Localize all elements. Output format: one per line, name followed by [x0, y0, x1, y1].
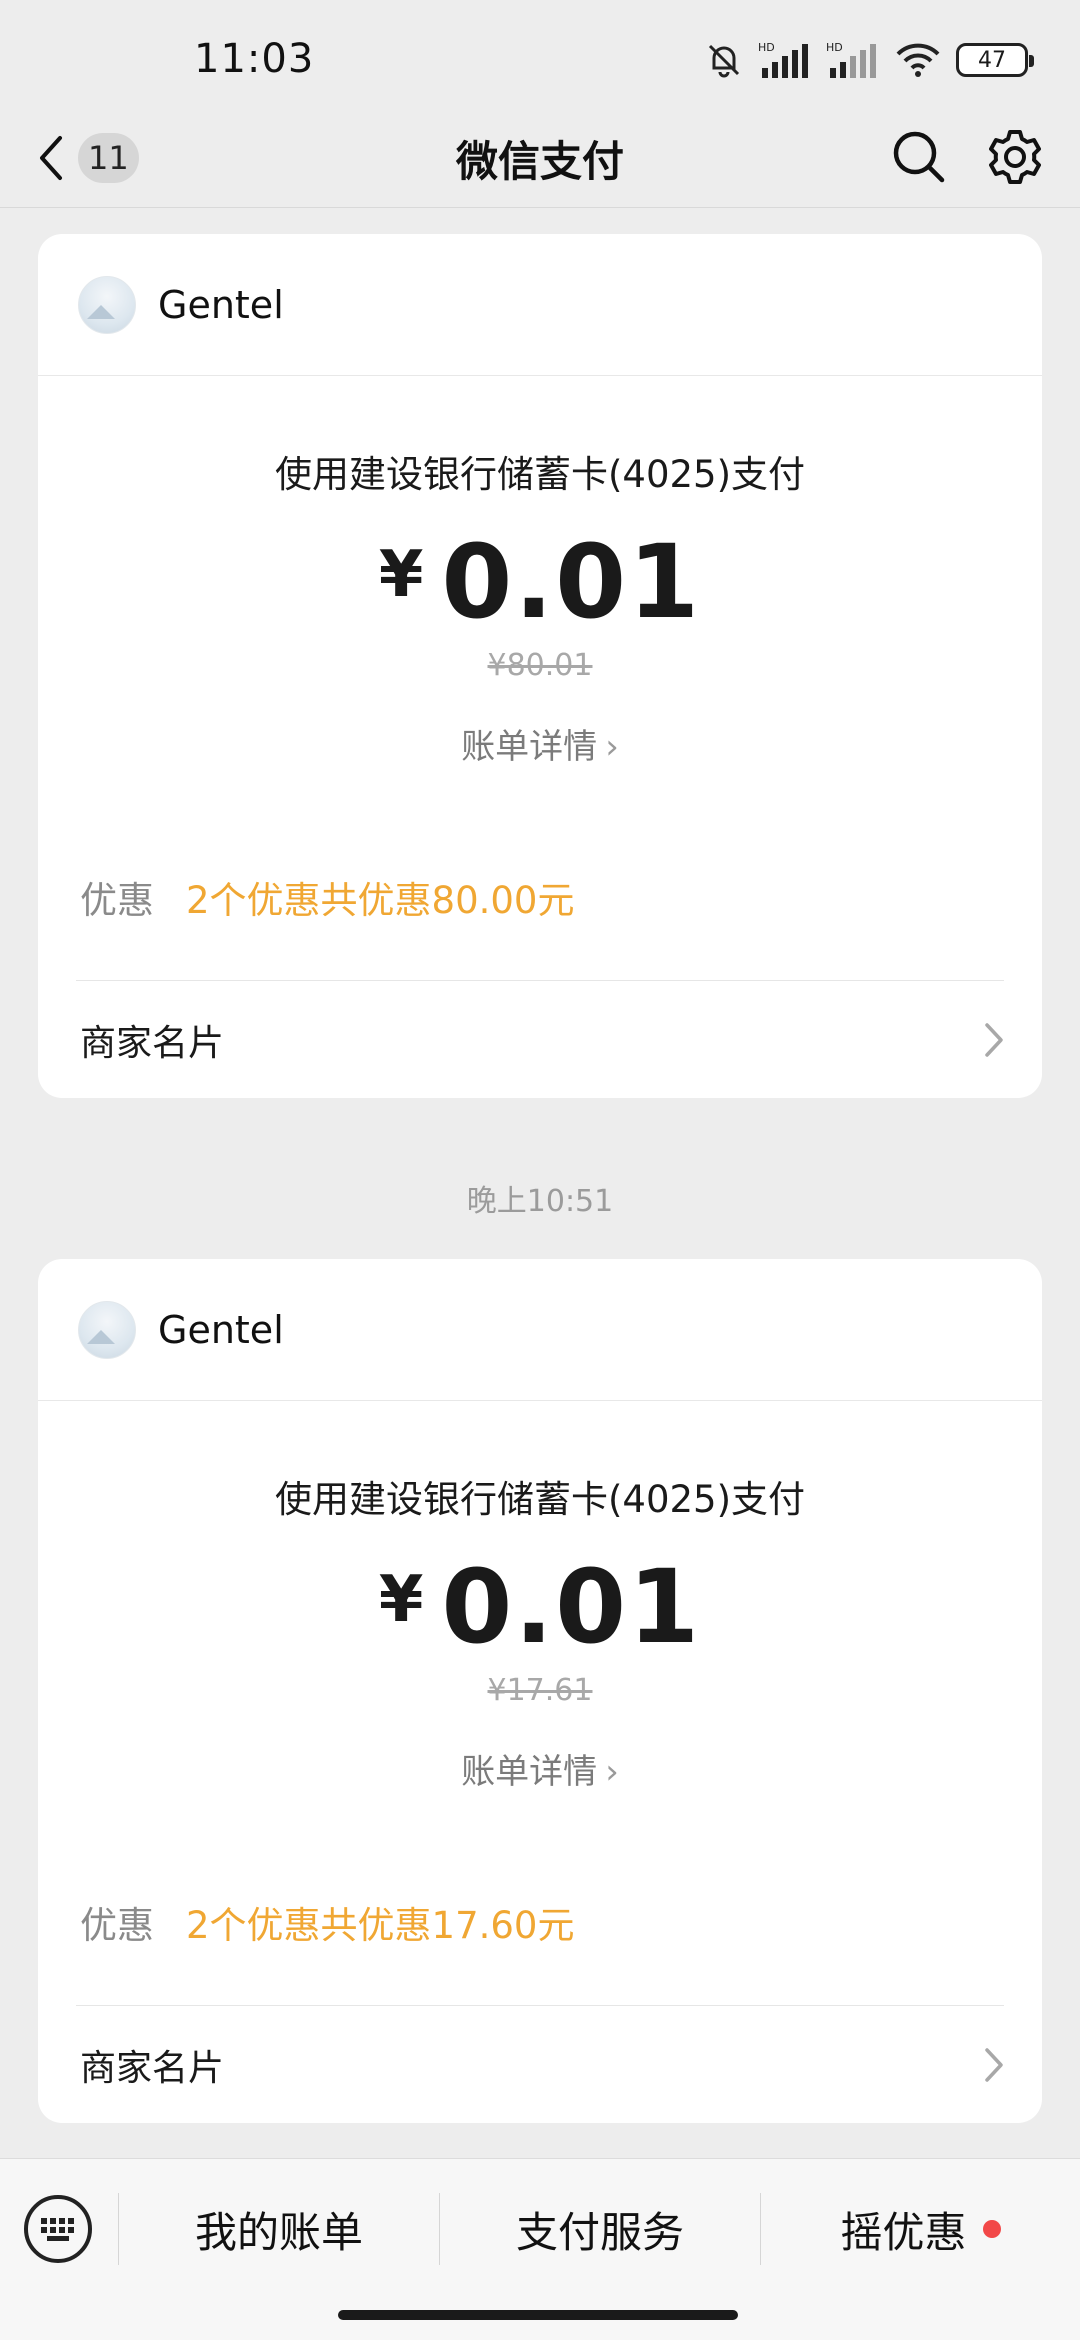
notification-dot: [982, 2220, 1001, 2238]
battery-level: 47: [978, 47, 1006, 73]
discount-label: 优惠: [80, 879, 154, 922]
keyboard-toggle-button[interactable]: [24, 2195, 92, 2263]
discount-row: 优惠 2个优惠共优惠17.60元: [80, 1895, 574, 1949]
discount-value: 2个优惠共优惠80.00元: [186, 879, 575, 922]
merchant-card-label: 商家名片: [80, 2048, 225, 2089]
merchant-avatar: [78, 1300, 136, 1359]
bell-off-icon: [708, 44, 740, 78]
chevron-right-icon: ›: [605, 727, 619, 767]
battery-icon: 47: [956, 43, 1034, 77]
original-amount: ¥80.01: [487, 648, 593, 683]
status-icons: HD HD 47: [704, 38, 1034, 82]
discount-value: 2个优惠共优惠17.60元: [186, 1904, 575, 1947]
status-time: 11:03: [194, 36, 315, 82]
payment-amount: 0.01: [441, 1548, 702, 1667]
home-indicator[interactable]: [338, 2310, 738, 2320]
payment-card[interactable]: Gentel 使用建设银行储蓄卡(4025)支付 ¥ 0.01 ¥80.01 账…: [38, 234, 1042, 1098]
signal-hd-icon: HD: [758, 41, 808, 78]
discount-label: 优惠: [80, 1904, 154, 1947]
status-bar: 11:03 HD HD 47: [0, 0, 1080, 110]
discount-row: 优惠 2个优惠共优惠80.00元: [80, 870, 574, 924]
chevron-right-icon: [985, 1023, 1003, 1057]
pay-method: 使用建设银行储蓄卡(4025)支付: [274, 453, 806, 496]
merchant-name: Gentel: [158, 282, 284, 327]
currency-symbol: ¥: [378, 538, 424, 612]
divider: [76, 2005, 1004, 2006]
card-header: Gentel: [38, 1259, 1042, 1401]
bill-detail-label: 账单详情: [461, 1752, 598, 1792]
payment-card[interactable]: Gentel 使用建设银行储蓄卡(4025)支付 ¥ 0.01 ¥17.61 账…: [38, 1259, 1042, 2123]
signal-hd-icon: HD: [826, 41, 876, 78]
svg-text:HD: HD: [826, 41, 843, 54]
search-icon[interactable]: [886, 124, 952, 190]
keyboard-icon: [41, 2218, 74, 2241]
merchant-name: Gentel: [158, 1307, 284, 1352]
nav-bar: 11 微信支付: [0, 110, 1080, 208]
menu-payment-services[interactable]: 支付服务: [440, 2183, 760, 2275]
amount-row: ¥ 0.01: [38, 1557, 1042, 1659]
amount-row: ¥ 0.01: [38, 532, 1042, 634]
menu-my-bills[interactable]: 我的账单: [119, 2183, 439, 2275]
merchant-avatar: [78, 275, 136, 334]
original-amount: ¥17.61: [487, 1673, 593, 1708]
svg-text:HD: HD: [758, 41, 775, 54]
bill-detail-link[interactable]: 账单详情 ›: [38, 1744, 1042, 1793]
merchant-card-label: 商家名片: [80, 1023, 225, 1064]
merchant-card-link[interactable]: 商家名片: [38, 982, 1042, 1098]
chevron-right-icon: [985, 2048, 1003, 2082]
gear-icon[interactable]: [982, 124, 1048, 190]
pay-method: 使用建设银行储蓄卡(4025)支付: [274, 1478, 806, 1521]
message-timestamp: 晚上10:51: [466, 1184, 614, 1219]
merchant-card-link[interactable]: 商家名片: [38, 2007, 1042, 2123]
card-header: Gentel: [38, 234, 1042, 376]
menu-shake-deals-label: 摇优惠: [840, 2207, 967, 2257]
chevron-right-icon: ›: [605, 1752, 619, 1792]
bill-detail-link[interactable]: 账单详情 ›: [38, 719, 1042, 768]
divider: [76, 980, 1004, 981]
bill-detail-label: 账单详情: [461, 727, 598, 767]
wifi-icon: [896, 43, 940, 77]
currency-symbol: ¥: [378, 1563, 424, 1637]
payment-amount: 0.01: [441, 523, 702, 642]
menu-shake-deals[interactable]: 摇优惠: [761, 2183, 1080, 2275]
